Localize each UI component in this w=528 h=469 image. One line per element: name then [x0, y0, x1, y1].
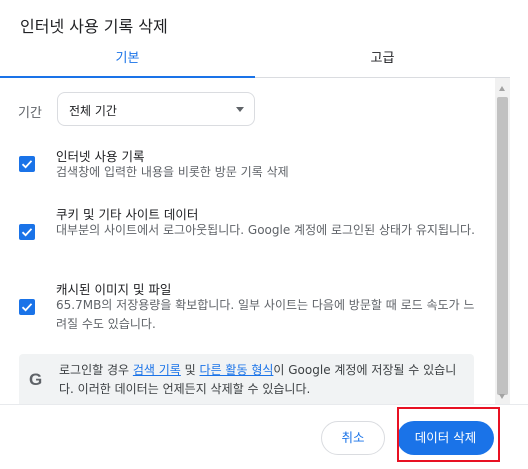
dropdown-arrow-icon [236, 107, 244, 112]
cookies-checkbox[interactable] [19, 224, 35, 240]
other-activity-link[interactable]: 다른 활동 형식 [200, 363, 274, 377]
content-scrollbar[interactable] [495, 78, 510, 404]
option-description: 대부분의 사이트에서 로그아웃됩니다. Google 계정에 로그인된 상태가 … [56, 223, 475, 237]
browsing-history-checkbox[interactable] [19, 156, 35, 172]
dialog-title: 인터넷 사용 기록 삭제 [20, 17, 168, 36]
scrollbar-thumb[interactable] [497, 97, 508, 395]
clear-browsing-data-dialog: 인터넷 사용 기록 삭제 기본 고급 기간 전체 기간 인터넷 사용 기록 검색… [0, 0, 528, 468]
google-account-notice: G 로그인할 경우 검색 기록 및 다른 활동 형식이 Google 계정에 저… [19, 354, 474, 404]
checkmark-icon [21, 160, 33, 169]
clear-data-button[interactable]: 데이터 삭제 [397, 421, 494, 455]
tab-advanced-label: 고급 [370, 51, 395, 66]
tab-advanced[interactable]: 고급 [255, 44, 510, 77]
cancel-button[interactable]: 취소 [321, 421, 385, 455]
checkmark-icon [21, 303, 33, 312]
google-g-icon: G [29, 370, 43, 389]
scroll-down-arrow-icon[interactable] [499, 394, 505, 399]
option-description: 검색창에 입력한 내용을 비롯한 방문 기록 삭제 [56, 165, 289, 179]
notice-mid: 및 [180, 363, 200, 377]
notice-prefix: 로그인할 경우 [59, 363, 133, 377]
tab-basic-label: 기본 [115, 51, 140, 66]
tab-bar: 기본 고급 [0, 44, 510, 78]
time-range-label: 기간 [18, 106, 42, 121]
time-range-select[interactable]: 전체 기간 [57, 92, 255, 126]
scroll-up-arrow-icon[interactable] [499, 86, 505, 91]
dialog-footer: 취소 데이터 삭제 [0, 404, 528, 469]
checkmark-icon [21, 228, 33, 237]
notice-text: 로그인할 경우 검색 기록 및 다른 활동 형식이 Google 계정에 저장될… [59, 361, 469, 399]
option-description: 65.7MB의 저장용량을 확보합니다. 일부 사이트는 다음에 방문할 때 로… [56, 298, 475, 331]
dialog-content: 기간 전체 기간 인터넷 사용 기록 검색창에 입력한 내용을 비롯한 방문 기… [0, 78, 495, 404]
time-range-value: 전체 기간 [69, 104, 117, 118]
tab-basic[interactable]: 기본 [0, 44, 255, 78]
search-history-link[interactable]: 검색 기록 [133, 363, 181, 377]
cache-checkbox[interactable] [19, 299, 35, 315]
